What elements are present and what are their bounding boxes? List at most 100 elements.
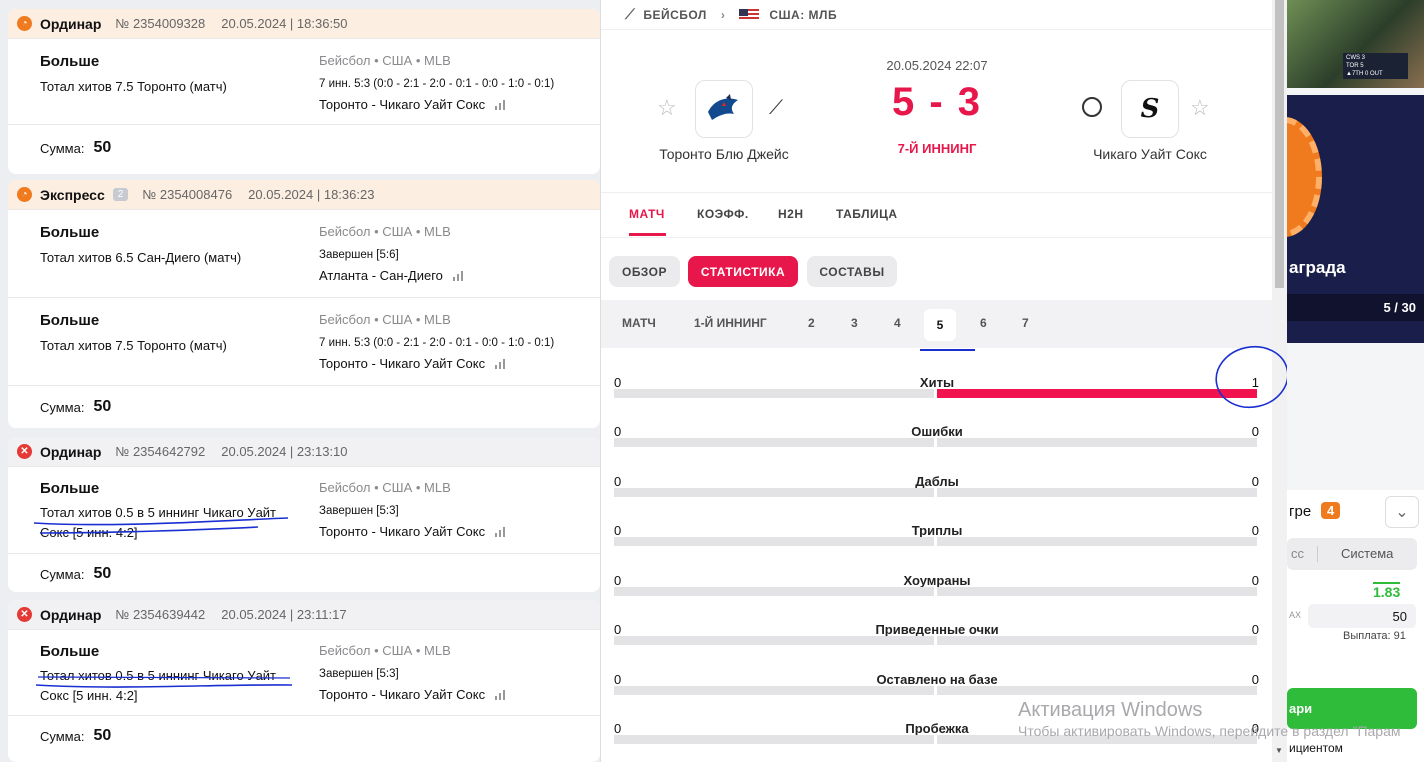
stat-away: 0 (1251, 474, 1259, 489)
stat-bar-home (614, 735, 934, 744)
hand-drawn-mark (920, 349, 975, 351)
sb-team-1: CWS (1346, 55, 1360, 61)
white-sox-logo: S (1121, 80, 1179, 138)
chevron-right-icon: › (720, 7, 726, 22)
stat-away: 0 (1251, 424, 1259, 439)
bet-slip: гре 4 ⌄ сс Система 1.83 AX 50 Выплата: 9… (1287, 490, 1424, 762)
stat-away: 0 (1251, 622, 1259, 637)
stat-name: Ошибки (911, 424, 963, 439)
bet-history-panel: ◔ Ординар № 2354009328 20.05.2024 | 18:3… (0, 0, 600, 762)
stat-bar-home (614, 587, 934, 596)
video-thumbnail[interactable]: CWS 3 TOR 5 ▲7TH 0 OUT (1287, 0, 1424, 88)
slip-label: гре (1289, 503, 1312, 520)
sb-score-2: 5 (1360, 63, 1364, 69)
inning-tab-1[interactable]: 1-Й ИННИНГ (694, 316, 767, 330)
stat-bar-away (937, 537, 1257, 546)
inning-tab-5[interactable]: 5 (924, 309, 956, 341)
slip-tab-system[interactable]: Система (1341, 546, 1393, 561)
stat-row: 0 Оставлено на базе 0 (601, 652, 1272, 702)
stat-away: 0 (1251, 573, 1259, 588)
promo-title: аграда (1289, 258, 1346, 277)
subtab-statistics[interactable]: СТАТИСТИКА (688, 256, 798, 287)
breadcrumb: ⟋ БЕЙСБОЛ › США: МЛБ (601, 0, 1272, 30)
max-button[interactable]: AX (1289, 610, 1301, 620)
stat-name: Хоумраны (903, 573, 971, 588)
stat-bar-home (614, 389, 934, 398)
inning-tab-3[interactable]: 3 (851, 316, 858, 330)
stat-name: Оставлено на базе (876, 672, 998, 687)
stat-bar-away (937, 438, 1257, 447)
bat-icon: ⟋ (769, 97, 783, 119)
stat-bar-away (937, 587, 1257, 596)
promo-banner[interactable]: аграда 5 / 30 (1287, 95, 1424, 343)
stat-bar-away (937, 686, 1257, 695)
chip-icon (1287, 117, 1322, 237)
sb-score-1: 3 (1361, 55, 1366, 61)
sb-inning: ▲7TH (1346, 71, 1364, 77)
stake-input[interactable]: 50 (1308, 604, 1416, 628)
stat-away: 0 (1251, 523, 1259, 538)
inning-tab-6[interactable]: 6 (980, 316, 987, 330)
tab-odds[interactable]: КОЭФФ. (697, 207, 749, 221)
divider (1317, 546, 1318, 562)
slip-type-switch: сс Система (1287, 538, 1417, 570)
inning-tab-4[interactable]: 4 (894, 316, 901, 330)
usa-flag-icon (739, 8, 760, 21)
stat-row: 0 Приведенные очки 0 (601, 602, 1272, 652)
home-team[interactable]: Торонто Блю Джейс (651, 80, 797, 162)
stat-row: 0 Хиты 1 (601, 355, 1272, 405)
hand-drawn-underlines (33, 517, 293, 688)
breadcrumb-sport[interactable]: БЕЙСБОЛ (643, 8, 707, 22)
breadcrumb-league[interactable]: США: МЛБ (769, 8, 837, 22)
stat-bar-home (614, 537, 934, 546)
stat-bar-home (614, 438, 934, 447)
inning-tab-2[interactable]: 2 (808, 316, 815, 330)
scrollbar-thumb[interactable] (1275, 0, 1284, 288)
match-datetime: 20.05.2024 22:07 (886, 58, 988, 73)
inning-tabs: МАТЧ 1-Й ИННИНГ 2 3 4 5 6 7 (601, 300, 1272, 348)
sb-outs: 0 OUT (1364, 71, 1383, 77)
sb-team-2: TOR (1346, 63, 1359, 69)
tab-h2h[interactable]: H2H (778, 207, 804, 221)
slip-odds: 1.83 (1373, 582, 1401, 600)
promo-count: 5 / 30 (1383, 300, 1416, 315)
stat-bar-away (937, 488, 1257, 497)
stat-row: 0 Даблы 0 (601, 454, 1272, 504)
scroll-down-icon[interactable]: ▼ (1275, 746, 1283, 755)
subtab-lineups[interactable]: СОСТАВЫ (807, 256, 897, 287)
payout-text: Выплата: 91 (1343, 630, 1406, 642)
away-team-name: Чикаго Уайт Сокс (1093, 146, 1207, 162)
windows-watermark-title: Активация Windows (1018, 699, 1203, 721)
hand-drawn-circle (1215, 345, 1289, 409)
stat-bar-away (937, 389, 1257, 398)
tab-match[interactable]: МАТЧ (629, 207, 665, 221)
blue-jays-logo (695, 80, 753, 138)
stat-name: Даблы (915, 474, 959, 489)
bat-icon: ⟋ (625, 6, 636, 22)
windows-watermark-text: Чтобы активировать Windows, перейдите в … (1018, 723, 1401, 739)
stat-row: 0 Ошибки 0 (601, 404, 1272, 454)
home-team-name: Торонто Блю Джейс (659, 146, 789, 162)
favorite-star-icon[interactable]: ☆ (1190, 95, 1210, 121)
slip-tab-express[interactable]: сс (1291, 546, 1304, 561)
stat-bar-away (937, 636, 1257, 645)
stat-row: 0 Триплы 0 (601, 503, 1272, 553)
away-team[interactable]: S Чикаго Уайт Сокс (1077, 80, 1223, 162)
slip-count-badge: 4 (1321, 502, 1341, 519)
active-tab-indicator (629, 233, 666, 236)
stat-name: Хиты (919, 375, 955, 390)
match-tabs: МАТЧ КОЭФФ. H2H ТАБЛИЦА (601, 192, 1272, 238)
stat-name: Триплы (911, 523, 963, 538)
stat-bar-home (614, 636, 934, 645)
mini-scoreboard: CWS 3 TOR 5 ▲7TH 0 OUT (1343, 53, 1408, 79)
slip-footer-text: ициентом (1289, 741, 1343, 755)
inning-tab-match[interactable]: МАТЧ (622, 316, 656, 330)
inning-tab-7[interactable]: 7 (1022, 316, 1029, 330)
stat-away: 0 (1251, 672, 1259, 687)
chevron-down-icon[interactable]: ⌄ (1385, 496, 1419, 528)
stat-bar-home (614, 488, 934, 497)
stat-row: 0 Хоумраны 0 (601, 553, 1272, 603)
tab-table[interactable]: ТАБЛИЦА (836, 207, 898, 221)
stat-bar-home (614, 686, 934, 695)
subtab-overview[interactable]: ОБЗОР (609, 256, 680, 287)
